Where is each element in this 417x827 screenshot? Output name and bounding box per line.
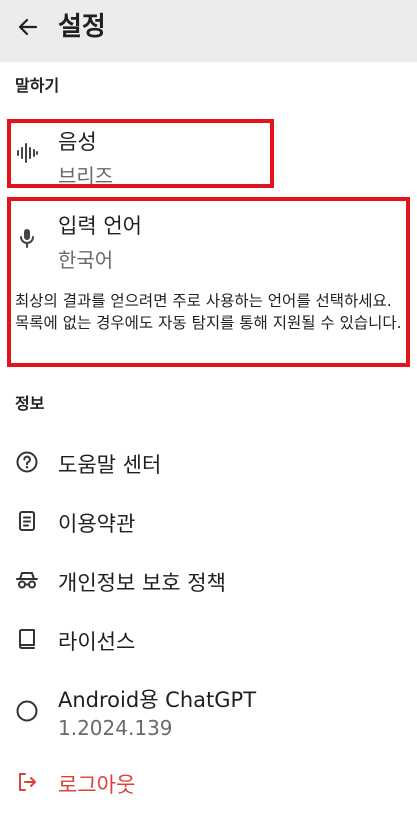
back-button[interactable] [8,7,48,47]
help-center-label: 도움말 센터 [58,453,162,477]
voice-setting[interactable]: 음성 브리즈 [0,118,417,190]
incognito-icon [14,567,40,593]
help-circle-icon [14,449,40,475]
top-app-bar: 설정 [0,0,417,62]
app-version-number: 1.2024.139 [58,716,173,740]
terms-label: 이용약관 [58,512,136,536]
app-name: Android용 ChatGPT [58,688,257,712]
circle-icon [14,698,40,724]
document-icon [14,508,40,534]
licenses-item[interactable]: 라이선스 [0,617,417,661]
logout-label: 로그아웃 [58,773,136,797]
arrow-left-icon [18,18,38,36]
page-title: 설정 [58,12,106,42]
voice-title: 음성 [58,130,97,154]
section-header-info: 정보 [15,394,45,413]
app-version-item: Android용 ChatGPT 1.2024.139 [0,680,417,744]
help-center-item[interactable]: 도움말 센터 [0,440,417,484]
input-language-title: 입력 언어 [58,214,142,238]
voice-value: 브리즈 [58,164,114,188]
licenses-label: 라이선스 [58,630,136,654]
book-icon [14,626,40,652]
microphone-icon [14,225,40,251]
input-language-value: 한국어 [58,248,114,272]
logout-icon [14,769,40,795]
voice-waveform-icon [14,140,40,166]
privacy-policy-label: 개인정보 보호 정책 [58,571,226,595]
section-header-speaking: 말하기 [15,76,60,95]
input-language-description: 최상의 결과를 얻으려면 주로 사용하는 언어를 선택하세요. 목록에 없는 경… [15,292,402,332]
input-language-setting[interactable]: 입력 언어 한국어 [0,202,417,282]
logout-item[interactable]: 로그아웃 [0,760,417,804]
terms-item[interactable]: 이용약관 [0,499,417,543]
privacy-policy-item[interactable]: 개인정보 보호 정책 [0,558,417,602]
